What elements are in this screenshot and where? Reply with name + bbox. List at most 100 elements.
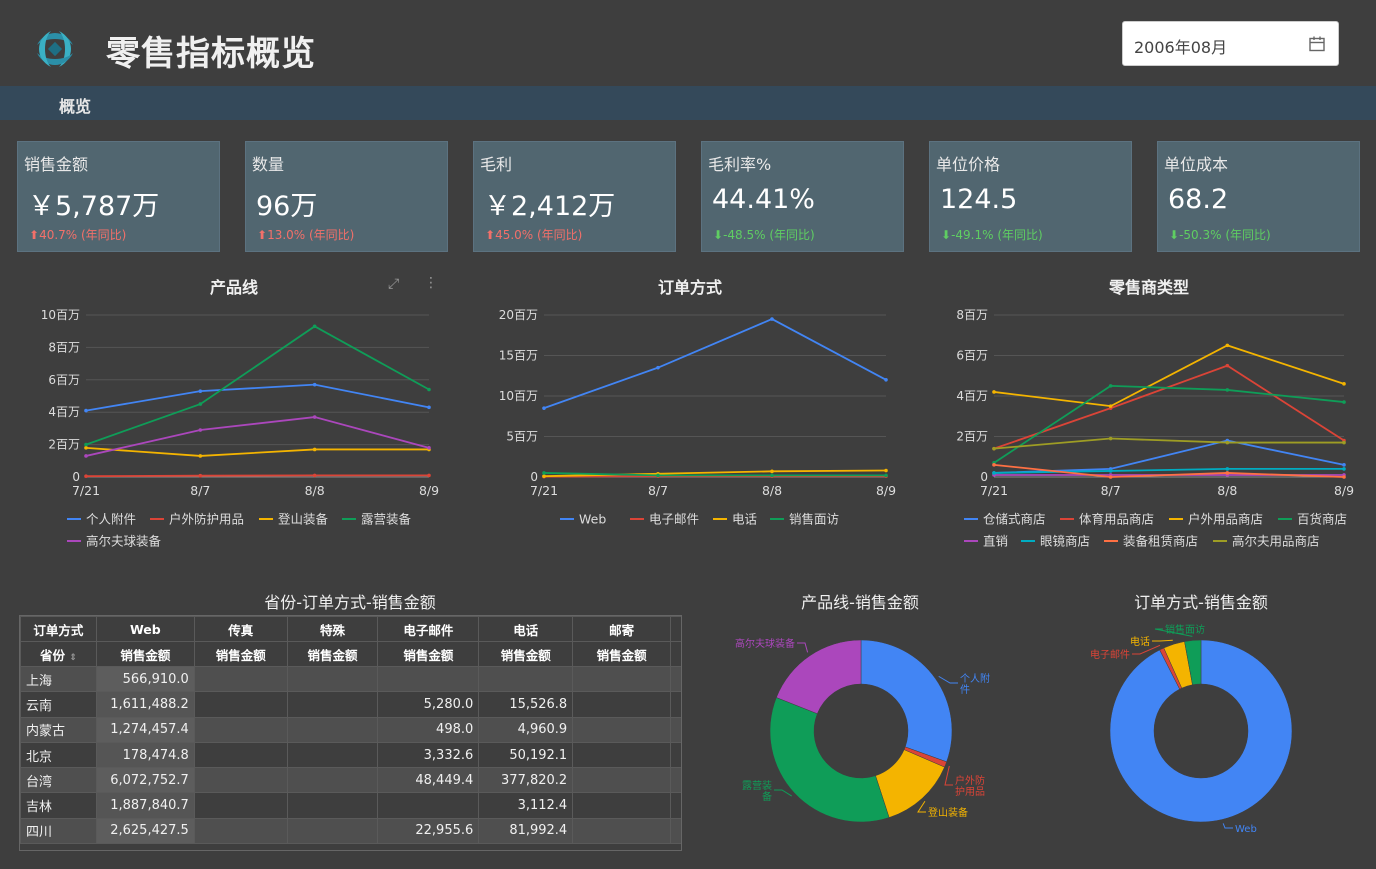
kpi-card: 数量 96万 ⬆13.0% (年同比) bbox=[245, 141, 448, 252]
table-cell: 上海 bbox=[20, 665, 97, 693]
slice-label: 高尔夫球装备 bbox=[735, 637, 795, 650]
header-cell: 销售金额 bbox=[572, 641, 671, 667]
x-tick-label: 7/21 bbox=[530, 483, 558, 498]
data-point bbox=[1108, 436, 1113, 441]
label-line bbox=[1152, 639, 1173, 642]
pie-slice bbox=[776, 639, 862, 715]
tab-overview[interactable]: 概览 bbox=[59, 93, 91, 117]
table-cell bbox=[572, 741, 671, 769]
kpi-label: 毛利 bbox=[480, 155, 513, 174]
table-cell: 377,820.2 bbox=[478, 767, 574, 794]
kpi-change: ⬆13.0% (年同比) bbox=[257, 228, 355, 242]
data-point bbox=[992, 463, 996, 467]
data-point bbox=[1225, 388, 1230, 392]
x-tick-label: 8/7 bbox=[1101, 483, 1121, 498]
header-cell: 邮寄 bbox=[572, 616, 671, 642]
data-point bbox=[84, 408, 88, 413]
arrow-up-icon: ⬆ bbox=[257, 228, 268, 242]
legend-label: 直销 bbox=[983, 534, 1008, 549]
y-tick-label: 10百万 bbox=[41, 308, 80, 322]
date-value: 2006年08月 bbox=[1134, 38, 1228, 57]
pie-title-order-method: 订单方式-销售金额 bbox=[1134, 593, 1268, 612]
table-cell: 2,625,427.5 bbox=[95, 817, 195, 845]
table-cell bbox=[377, 792, 480, 819]
table-cell bbox=[377, 665, 480, 693]
line-chart-retailer-type: 0 2百万 4百万 6百万 8百万 7/21 8/7 8/8 8/9 仓储式商店 体育用品商店 户外用… bbox=[956, 308, 1354, 549]
table-cell bbox=[193, 792, 288, 819]
kpi-value: ￥5,787万 bbox=[28, 191, 160, 222]
data-point bbox=[992, 471, 996, 475]
legend-label: Web bbox=[579, 512, 606, 527]
more-icon[interactable]: ⋮ bbox=[424, 275, 438, 291]
data-point bbox=[427, 405, 431, 410]
y-tick-label: 6百万 bbox=[956, 349, 988, 363]
kpi-label: 单位价格 bbox=[936, 155, 1001, 174]
date-picker[interactable]: 2006年08月 bbox=[1122, 21, 1339, 66]
table-cell: 4,960.9 bbox=[478, 716, 574, 743]
arrow-down-icon: ⬇ bbox=[941, 228, 952, 242]
data-point bbox=[770, 317, 774, 321]
data-point bbox=[1225, 467, 1230, 471]
data-point bbox=[1108, 475, 1113, 479]
table-cell: 内蒙古 bbox=[20, 716, 97, 743]
y-tick-label: 0 bbox=[530, 470, 538, 484]
logo-icon bbox=[37, 31, 73, 67]
y-tick-label: 0 bbox=[72, 470, 80, 484]
y-tick-label: 4百万 bbox=[48, 405, 80, 419]
donut-chart-product-line: 个人附件户外防护用品登山装备 露营装备 高尔夫球装备 bbox=[735, 637, 990, 823]
data-point bbox=[1225, 363, 1230, 368]
expand-icon[interactable]: ⤢ bbox=[388, 276, 399, 292]
slice-label: 露营装 bbox=[742, 779, 772, 792]
x-tick-label: 7/21 bbox=[72, 483, 100, 498]
table-cell bbox=[193, 665, 288, 693]
data-point bbox=[312, 415, 317, 419]
table-cell: 1,611,488.2 bbox=[95, 691, 195, 718]
data-point bbox=[542, 406, 546, 410]
arrow-up-icon: ⬆ bbox=[29, 228, 40, 242]
table-row: 吉林 1,887,840.7 3,112.4 bbox=[20, 792, 681, 819]
table-cell bbox=[572, 792, 671, 819]
table-cell: 566,910.0 bbox=[95, 665, 195, 693]
data-point bbox=[1342, 467, 1346, 471]
header-cell: 销售金额 bbox=[478, 641, 574, 667]
series-line bbox=[993, 384, 1345, 464]
legend-label: 户外防护用品 bbox=[169, 512, 244, 527]
calendar-icon[interactable] bbox=[1308, 35, 1326, 53]
table-cell bbox=[286, 691, 379, 718]
label-line bbox=[797, 642, 809, 653]
table-cell: 3,112.4 bbox=[478, 792, 574, 819]
label-line bbox=[938, 675, 958, 684]
legend-label: 个人附件 bbox=[86, 512, 136, 527]
table-cell: 北京 bbox=[20, 741, 97, 769]
series-line bbox=[85, 474, 429, 478]
pivot-table: 订单方式 Web 传真 特殊 电子邮件 电话 邮寄 省份 ⇕ 销售金额 销售金额 销售金额 销售金额销… bbox=[19, 615, 682, 851]
table-cell: 81,992.4 bbox=[478, 817, 574, 845]
table-row: 上海 566,910.0 bbox=[20, 665, 681, 693]
y-tick-label: 0 bbox=[980, 470, 988, 484]
kpi-value: ￥2,412万 bbox=[484, 191, 616, 222]
data-point bbox=[1225, 471, 1230, 475]
sort-icon[interactable]: ⇕ bbox=[69, 653, 77, 663]
data-point bbox=[198, 402, 203, 406]
data-point bbox=[992, 390, 996, 394]
table-cell bbox=[572, 767, 671, 794]
data-point bbox=[884, 468, 888, 473]
slice-label: 户外防 bbox=[955, 774, 985, 787]
pie-title-product-line: 产品线-销售金额 bbox=[801, 593, 919, 612]
kpi-label: 销售金额 bbox=[24, 155, 89, 174]
series-line bbox=[85, 446, 429, 457]
table-cell: 498.0 bbox=[377, 716, 480, 743]
header-cell[interactable]: 省份 ⇕ bbox=[20, 641, 97, 667]
line-chart-product-line: 0 2百万 4百万 6百万 8百万 10百万 7/21 8/7 8/8 8/9 个人附件 户外防护用品… bbox=[41, 308, 439, 549]
table-cell: 四川 bbox=[20, 817, 97, 845]
x-tick-label: 8/7 bbox=[190, 483, 210, 498]
table-cell: 178,474.8 bbox=[95, 741, 195, 769]
data-point bbox=[1342, 382, 1346, 386]
data-point bbox=[542, 474, 546, 478]
y-tick-label: 20百万 bbox=[499, 308, 538, 322]
table-cell bbox=[572, 817, 671, 845]
label-line bbox=[1222, 823, 1233, 829]
table-title: 省份-订单方式-销售金额 bbox=[264, 593, 436, 612]
x-tick-label: 8/9 bbox=[419, 483, 439, 498]
table-cell: 22,955.6 bbox=[377, 817, 480, 845]
